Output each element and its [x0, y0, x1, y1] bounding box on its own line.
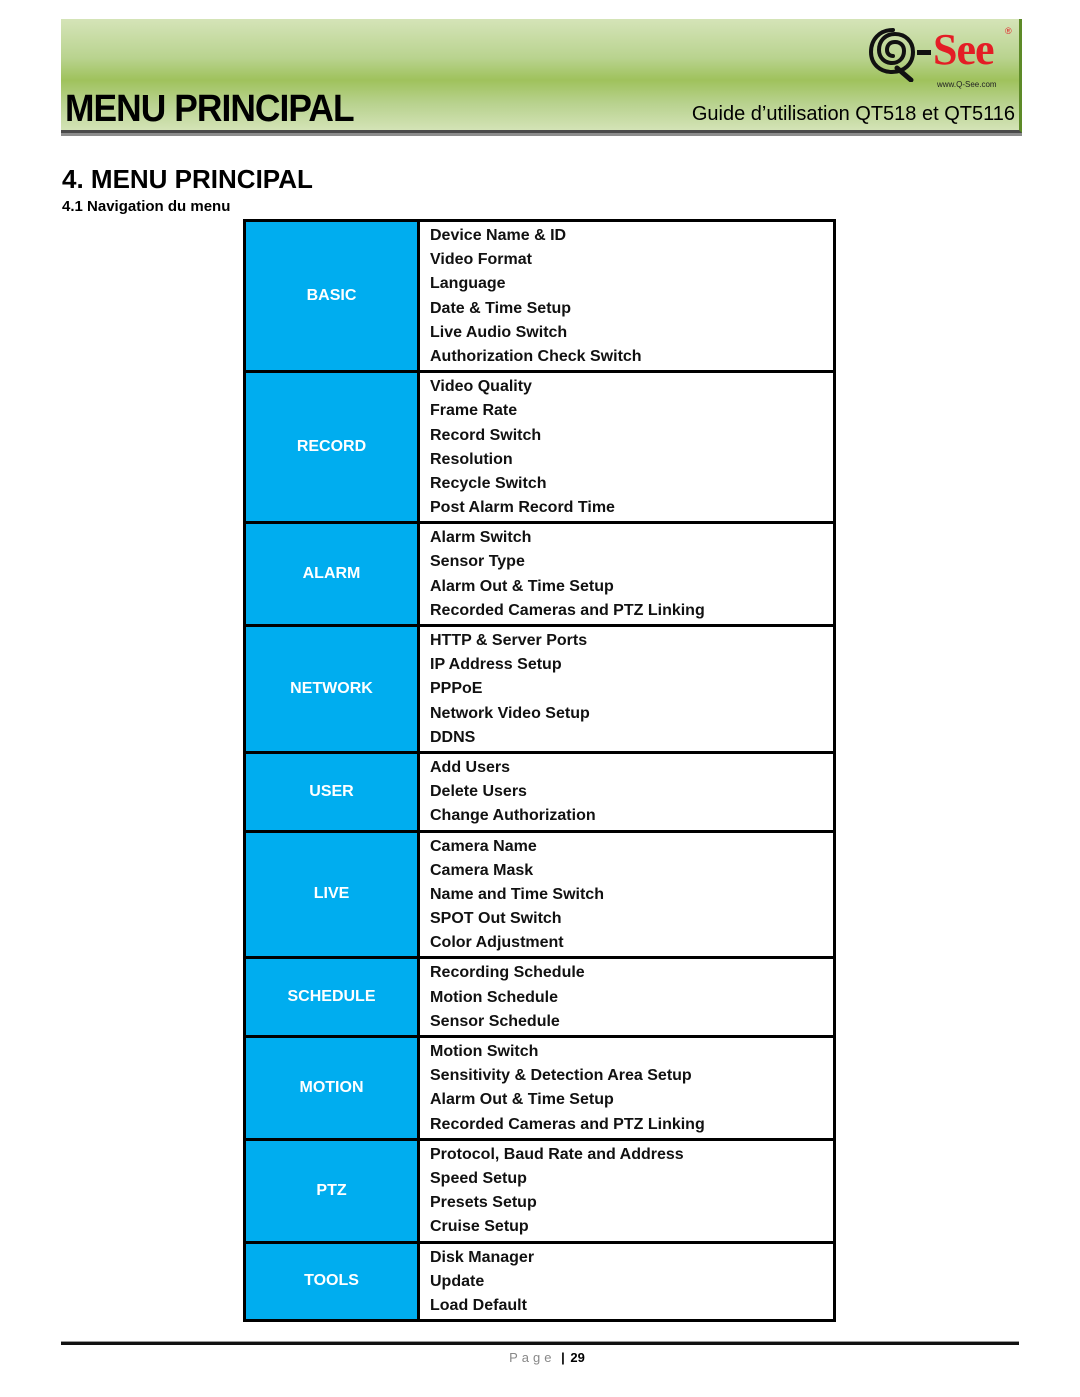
category-label: SCHEDULE [246, 959, 420, 1035]
menu-item: Motion Schedule [430, 988, 558, 1006]
menu-item: Protocol, Baud Rate and Address [430, 1145, 684, 1163]
section-subheading: 4.1 Navigation du menu [62, 198, 231, 215]
menu-item: Sensor Type [430, 553, 525, 571]
menu-group-record: RECORD Video Quality Frame Rate Record Swit… [246, 370, 833, 522]
category-label: MOTION [246, 1038, 420, 1138]
menu-group-schedule: SCHEDULE Recording Schedule Motion Schedul… [246, 956, 833, 1035]
header-banner: See ® www.Q-See.com MENU PRINCIPAL Guide… [61, 19, 1022, 133]
menu-item: Alarm Switch [430, 529, 532, 547]
menu-group-motion: MOTION Motion Switch Sensitivity & Detecti… [246, 1035, 833, 1138]
category-items-list: Protocol, Baud Rate and Address Speed Set… [420, 1140, 833, 1241]
menu-item: Update [430, 1272, 485, 1290]
menu-item: Camera Mask [430, 861, 534, 879]
footer-divider [61, 1341, 1019, 1345]
category-items-list: Disk Manager Update Load Default [420, 1243, 833, 1320]
menu-item: IP Address Setup [430, 656, 562, 674]
menu-item: PPPoE [430, 680, 483, 698]
menu-item: Frame Rate [430, 402, 518, 420]
menu-item: Color Adjustment [430, 934, 564, 952]
menu-item: Alarm Out & Time Setup [430, 577, 614, 595]
menu-item: Add Users [430, 758, 511, 776]
section-heading: 4. MENU PRINCIPAL [62, 164, 313, 194]
menu-item: Network Video Setup [430, 704, 590, 722]
menu-navigation-table: BASIC Device Name & ID Video Format Languag… [243, 219, 836, 1323]
category-label: NETWORK [246, 627, 420, 751]
category-label: BASIC [246, 222, 420, 371]
logo-dash [917, 50, 931, 55]
category-items-list: Add Users Delete Users Change Authorizatio… [420, 753, 833, 830]
menu-item: Device Name & ID [430, 227, 567, 244]
menu-item: DDNS [430, 728, 476, 746]
menu-item: Load Default [430, 1296, 527, 1314]
q-see-logo: See ® www.Q-See.com [859, 24, 1019, 94]
menu-item: HTTP & Server Ports [430, 632, 588, 649]
category-items-list: Camera Name Camera Mask Name and Time Swit… [420, 832, 833, 957]
page-footer: Page | 29 [0, 1350, 1080, 1365]
category-label: ALARM [246, 524, 420, 624]
menu-item: Camera Name [430, 837, 537, 855]
menu-item: Record Switch [430, 426, 542, 444]
menu-group-basic: BASIC Device Name & ID Video Format Languag… [246, 222, 833, 371]
menu-item: Delete Users [430, 783, 527, 801]
banner-subtitle: Guide d’utilisation QT518 et QT5116 [691, 103, 1015, 125]
menu-item: Disk Manager [430, 1248, 535, 1266]
menu-item: Alarm Out & Time Setup [430, 1091, 614, 1109]
menu-group-ptz: PTZ Protocol, Baud Rate and Address Speed … [246, 1137, 833, 1241]
menu-item: Motion Switch [430, 1043, 539, 1060]
menu-item: Resolution [430, 450, 513, 468]
menu-item: Language [430, 275, 506, 293]
category-items-list: HTTP & Server Ports IP Address Setup PPPoE… [420, 627, 833, 751]
category-label: PTZ [246, 1140, 420, 1241]
menu-item: Post Alarm Record Time [430, 499, 615, 517]
category-items-list: Motion Switch Sensitivity & Detection Are… [420, 1038, 833, 1138]
logo-brand-name: See [933, 25, 995, 74]
category-label: LIVE [246, 832, 420, 957]
menu-item: Video Format [430, 251, 532, 269]
category-items-list: Alarm Switch Sensor Type Alarm Out & Time … [420, 524, 833, 624]
menu-item: Live Audio Switch [430, 323, 568, 341]
menu-item: SPOT Out Switch [430, 910, 562, 928]
menu-item: Recording Schedule [430, 964, 585, 982]
menu-item: Authorization Check Switch [430, 347, 642, 365]
menu-item: Sensor Schedule [430, 1012, 560, 1030]
page-number: 29 [570, 1350, 585, 1365]
menu-item: Presets Setup [430, 1194, 537, 1212]
menu-item: Video Quality [430, 378, 532, 396]
page-separator: | [561, 1350, 565, 1365]
menu-item: Change Authorization [430, 807, 596, 825]
category-label: USER [246, 753, 420, 830]
category-items-list: Recording Schedule Motion Schedule Sensor … [420, 959, 833, 1035]
menu-item: Sensitivity & Detection Area Setup [430, 1067, 692, 1085]
menu-item: Date & Time Setup [430, 299, 572, 317]
registered-mark: ® [1005, 26, 1012, 36]
menu-group-alarm: ALARM Alarm Switch Sensor Type Alarm Out & … [246, 521, 833, 624]
menu-group-user: USER Add Users Delete Users Change Authoriz… [246, 750, 833, 830]
menu-item: Recorded Cameras and PTZ Linking [430, 601, 705, 619]
menu-item: Name and Time Switch [430, 885, 604, 903]
menu-item: Cruise Setup [430, 1218, 529, 1236]
category-items-list: Device Name & ID Video Format Language Date… [420, 222, 833, 371]
menu-group-network: NETWORK HTTP & Server Ports IP Address Set… [246, 624, 833, 751]
category-label: RECORD [246, 373, 420, 522]
menu-item: Recorded Cameras and PTZ Linking [430, 1115, 705, 1133]
logo-url: www.Q-See.com [937, 80, 997, 89]
menu-item: Speed Setup [430, 1169, 527, 1187]
menu-group-tools: TOOLS Disk Manager Update Load Default [246, 1240, 833, 1320]
banner-shadow [61, 133, 1022, 136]
q-see-swirl-icon [868, 28, 916, 82]
category-label: TOOLS [246, 1243, 420, 1320]
menu-group-live: LIVE Camera Name Camera Mask Name and Time … [246, 829, 833, 957]
page-label: Page [509, 1350, 556, 1365]
menu-item: Recycle Switch [430, 474, 547, 492]
banner-title: MENU PRINCIPAL [65, 88, 355, 130]
category-items-list: Video Quality Frame Rate Record Switch Reso… [420, 373, 833, 522]
